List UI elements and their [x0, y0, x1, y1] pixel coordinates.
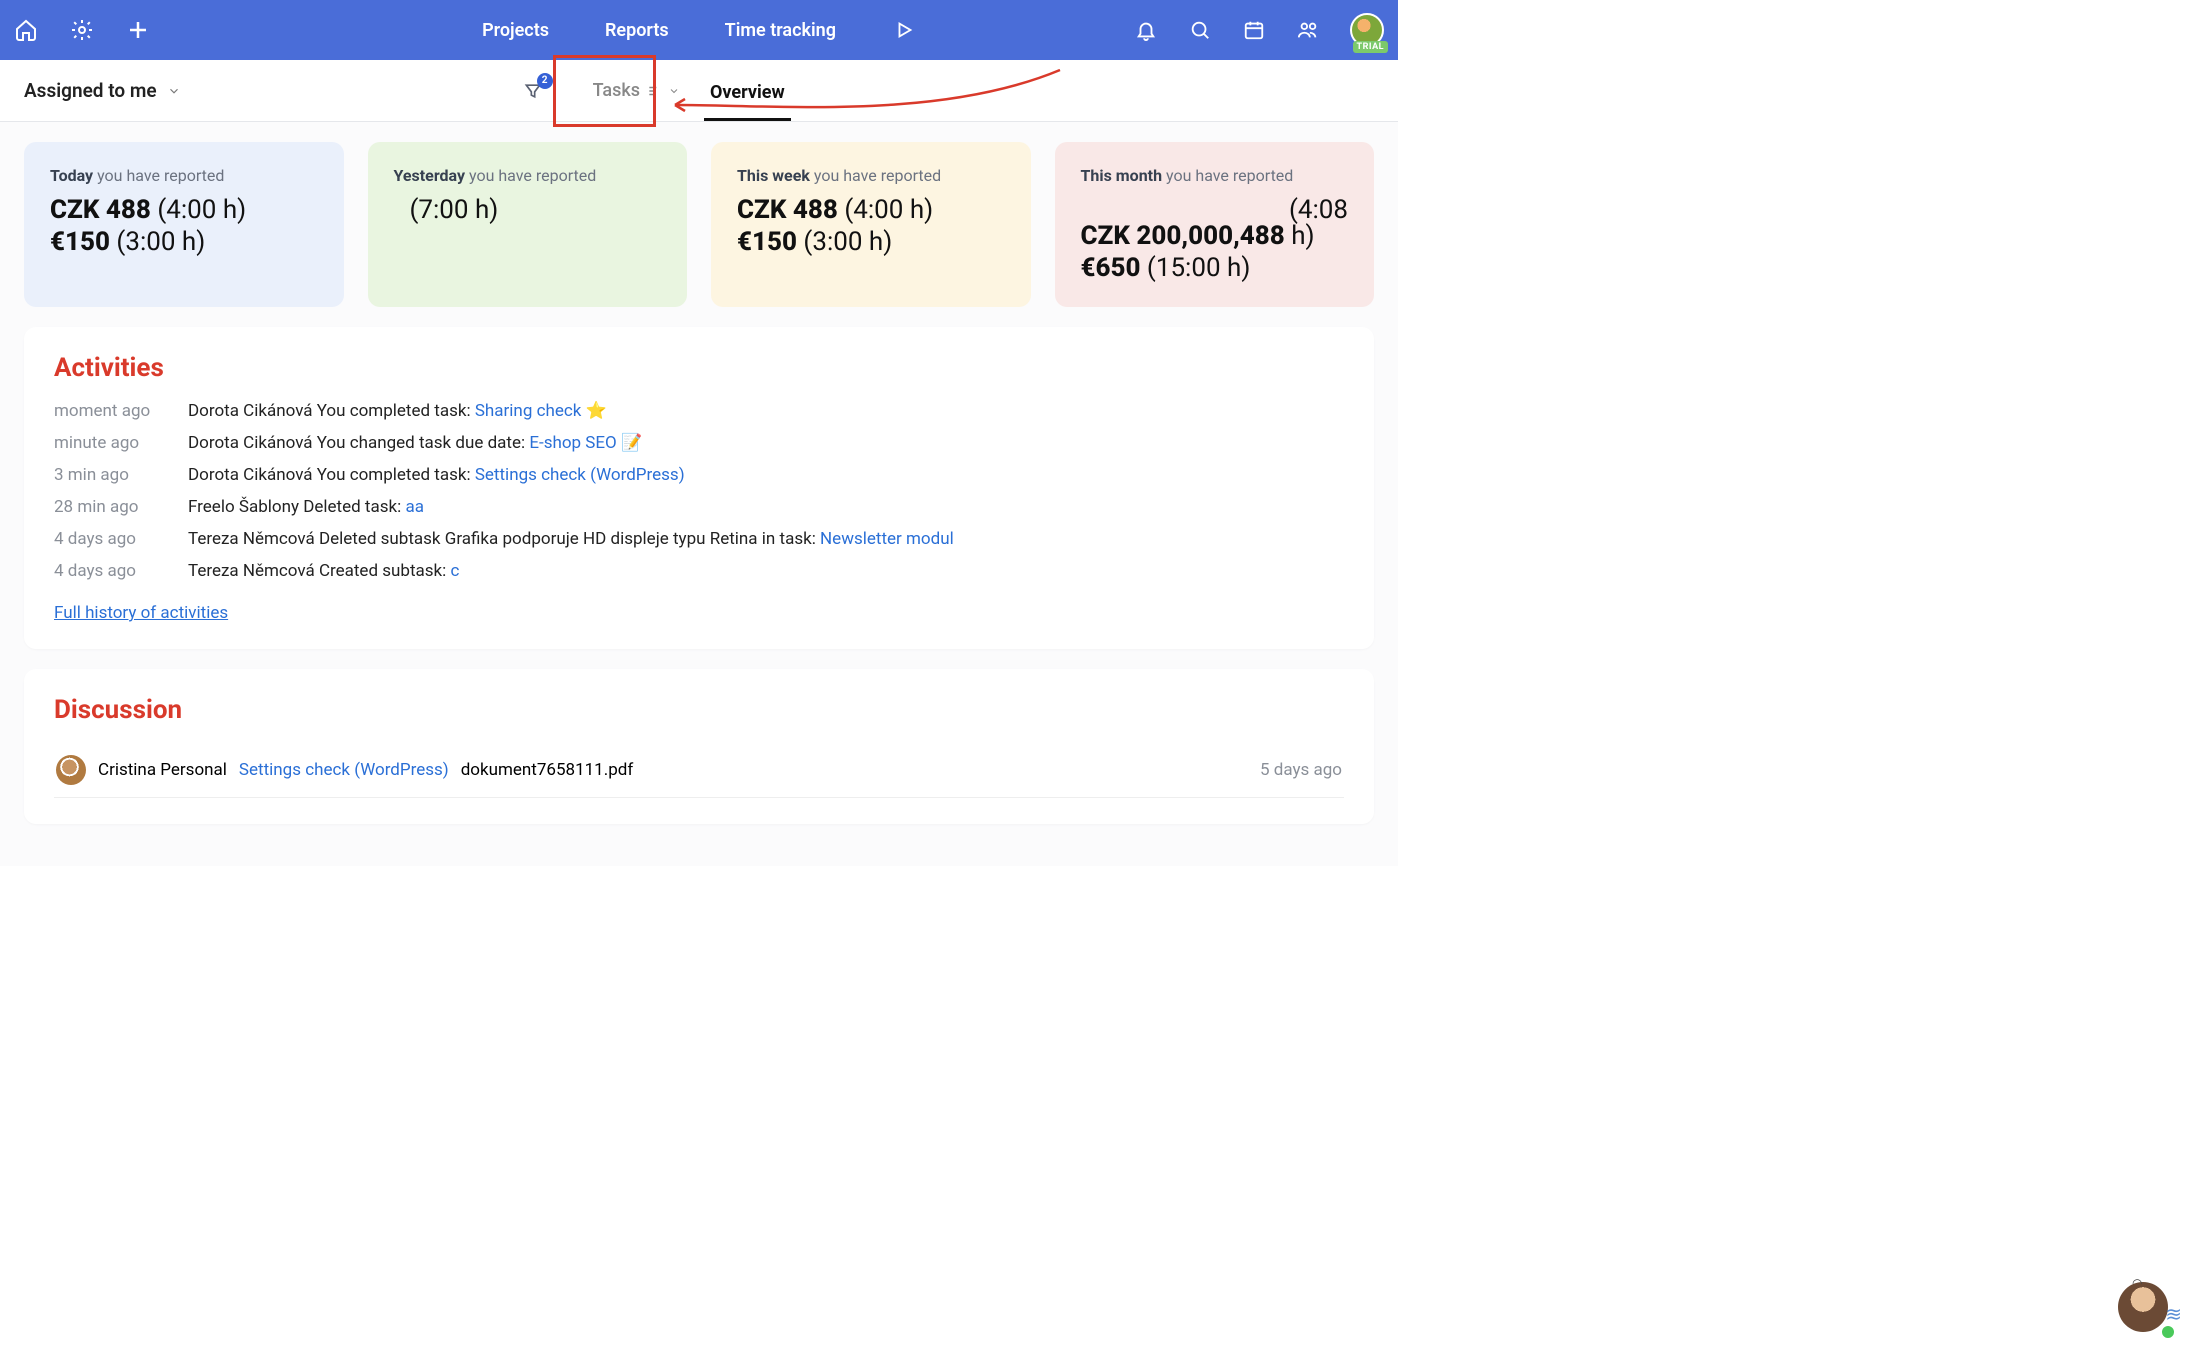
nav-projects[interactable]: Projects	[482, 20, 549, 41]
full-history-link[interactable]: Full history of activities	[54, 603, 228, 623]
activity-text: Freelo Šablony Deleted task: aa	[188, 497, 424, 517]
activity-text: Tereza Němcová Deleted subtask Grafika p…	[188, 529, 954, 549]
tab-tasks[interactable]: Tasks	[593, 80, 680, 101]
chevron-down-icon	[167, 84, 181, 98]
activity-text: Tereza Němcová Created subtask: c	[188, 561, 459, 581]
card-value-2: €150 (3:00 h)	[737, 227, 1005, 257]
filter-count-badge: 2	[537, 73, 553, 89]
activity-time: 4 days ago	[54, 561, 154, 581]
activity-row: 4 days ago Tereza Němcová Created subtask…	[54, 561, 1344, 581]
card-value-1: (7:00 h)	[394, 195, 662, 225]
play-icon[interactable]	[892, 18, 916, 42]
activity-time: 28 min ago	[54, 497, 154, 517]
activity-text: Dorota Cikánová You completed task: Sett…	[188, 465, 685, 485]
discussion-date: 5 days ago	[1260, 760, 1342, 780]
home-icon[interactable]	[14, 18, 38, 42]
subbar: Assigned to me 2 Tasks Overview	[0, 60, 1398, 122]
discussion-panel: Discussion Cristina Personal Settings ch…	[24, 669, 1374, 824]
tab-overview[interactable]: Overview	[700, 65, 795, 117]
activity-time: 3 min ago	[54, 465, 154, 485]
card-value-2: €150 (3:00 h)	[50, 227, 318, 257]
assigned-dropdown[interactable]: Assigned to me	[24, 79, 181, 102]
card-header: This month you have reported	[1081, 166, 1349, 185]
activities-panel: Activities moment ago Dorota Cikánová You…	[24, 327, 1374, 649]
card-thisweek: This week you have reported CZK 488 (4:0…	[711, 142, 1031, 307]
discussion-user: Cristina Personal	[98, 760, 227, 780]
card-value-1: CZK 488 (4:00 h)	[737, 195, 1005, 225]
list-icon	[646, 84, 662, 98]
content-area: Today you have reported CZK 488 (4:00 h)…	[0, 122, 1398, 866]
topbar-nav: Projects Reports Time tracking	[482, 18, 916, 42]
tab-tasks-label: Tasks	[593, 80, 640, 101]
avatar	[56, 755, 86, 785]
topbar-right: TRIAL	[1134, 13, 1384, 47]
activity-row: 4 days ago Tereza Němcová Deleted subtask…	[54, 529, 1344, 549]
discussion-title: Discussion	[54, 695, 1344, 725]
activity-link[interactable]: aa	[405, 497, 424, 517]
card-today: Today you have reported CZK 488 (4:00 h)…	[24, 142, 344, 307]
search-icon[interactable]	[1188, 18, 1212, 42]
nav-timetracking[interactable]: Time tracking	[725, 20, 836, 41]
activity-text: Dorota Cikánová You completed task: Shar…	[188, 401, 607, 421]
activity-row: 3 min ago Dorota Cikánová You completed t…	[54, 465, 1344, 485]
activity-link[interactable]: E-shop SEO	[529, 433, 616, 453]
user-avatar[interactable]: TRIAL	[1350, 13, 1384, 47]
discussion-file: dokument7658111.pdf	[461, 760, 634, 780]
halo-icon: ◠	[2132, 1276, 2142, 1290]
activity-time: 4 days ago	[54, 529, 154, 549]
topbar-left	[14, 18, 150, 42]
activity-row: moment ago Dorota Cikánová You completed …	[54, 401, 1344, 421]
activity-row: minute ago Dorota Cikánová You changed ta…	[54, 433, 1344, 453]
topbar: Projects Reports Time tracking TRIAL	[0, 0, 1398, 60]
filter-icon[interactable]: 2	[521, 79, 545, 103]
card-yesterday: Yesterday you have reported (7:00 h)	[368, 142, 688, 307]
card-header: This week you have reported	[737, 166, 1005, 185]
activity-link[interactable]: Settings check (WordPress)	[475, 465, 685, 485]
online-dot-icon	[2160, 1324, 2176, 1340]
card-value-2: €650 (15:00 h)	[1081, 253, 1349, 283]
card-header: Yesterday you have reported	[394, 166, 662, 185]
activity-link[interactable]: c	[450, 561, 459, 581]
chat-avatar	[2118, 1282, 2168, 1332]
nav-reports[interactable]: Reports	[605, 20, 669, 41]
discussion-link[interactable]: Settings check (WordPress)	[239, 760, 449, 780]
wave-icon: ≋	[2165, 1302, 2182, 1326]
bell-icon[interactable]	[1134, 18, 1158, 42]
activity-link[interactable]: Sharing check	[475, 401, 582, 421]
activity-row: 28 min ago Freelo Šablony Deleted task: a…	[54, 497, 1344, 517]
card-thismonth: This month you have reported (4:08 CZK 2…	[1055, 142, 1375, 307]
card-value-1: CZK 488 (4:00 h)	[50, 195, 318, 225]
gear-icon[interactable]	[70, 18, 94, 42]
discussion-row: Cristina Personal Settings check (WordPr…	[54, 743, 1344, 798]
calendar-icon[interactable]	[1242, 18, 1266, 42]
activity-time: minute ago	[54, 433, 154, 453]
activity-text: Dorota Cikánová You changed task due dat…	[188, 433, 642, 453]
activity-link[interactable]: Newsletter modul	[820, 529, 954, 549]
sub-tabs: 2 Tasks Overview	[521, 65, 795, 117]
activity-time: moment ago	[54, 401, 154, 421]
summary-cards: Today you have reported CZK 488 (4:00 h)…	[24, 142, 1374, 307]
activities-title: Activities	[54, 353, 1344, 383]
chat-widget[interactable]: ◠ ≋	[2118, 1282, 2176, 1340]
people-icon[interactable]	[1296, 18, 1320, 42]
chevron-down-icon	[668, 85, 680, 97]
card-value-1: CZK 200,000,488 h)	[1081, 221, 1349, 251]
card-header: Today you have reported	[50, 166, 318, 185]
trial-badge: TRIAL	[1353, 41, 1388, 53]
plus-icon[interactable]	[126, 18, 150, 42]
assigned-label: Assigned to me	[24, 79, 157, 102]
tab-overview-label: Overview	[710, 82, 785, 103]
